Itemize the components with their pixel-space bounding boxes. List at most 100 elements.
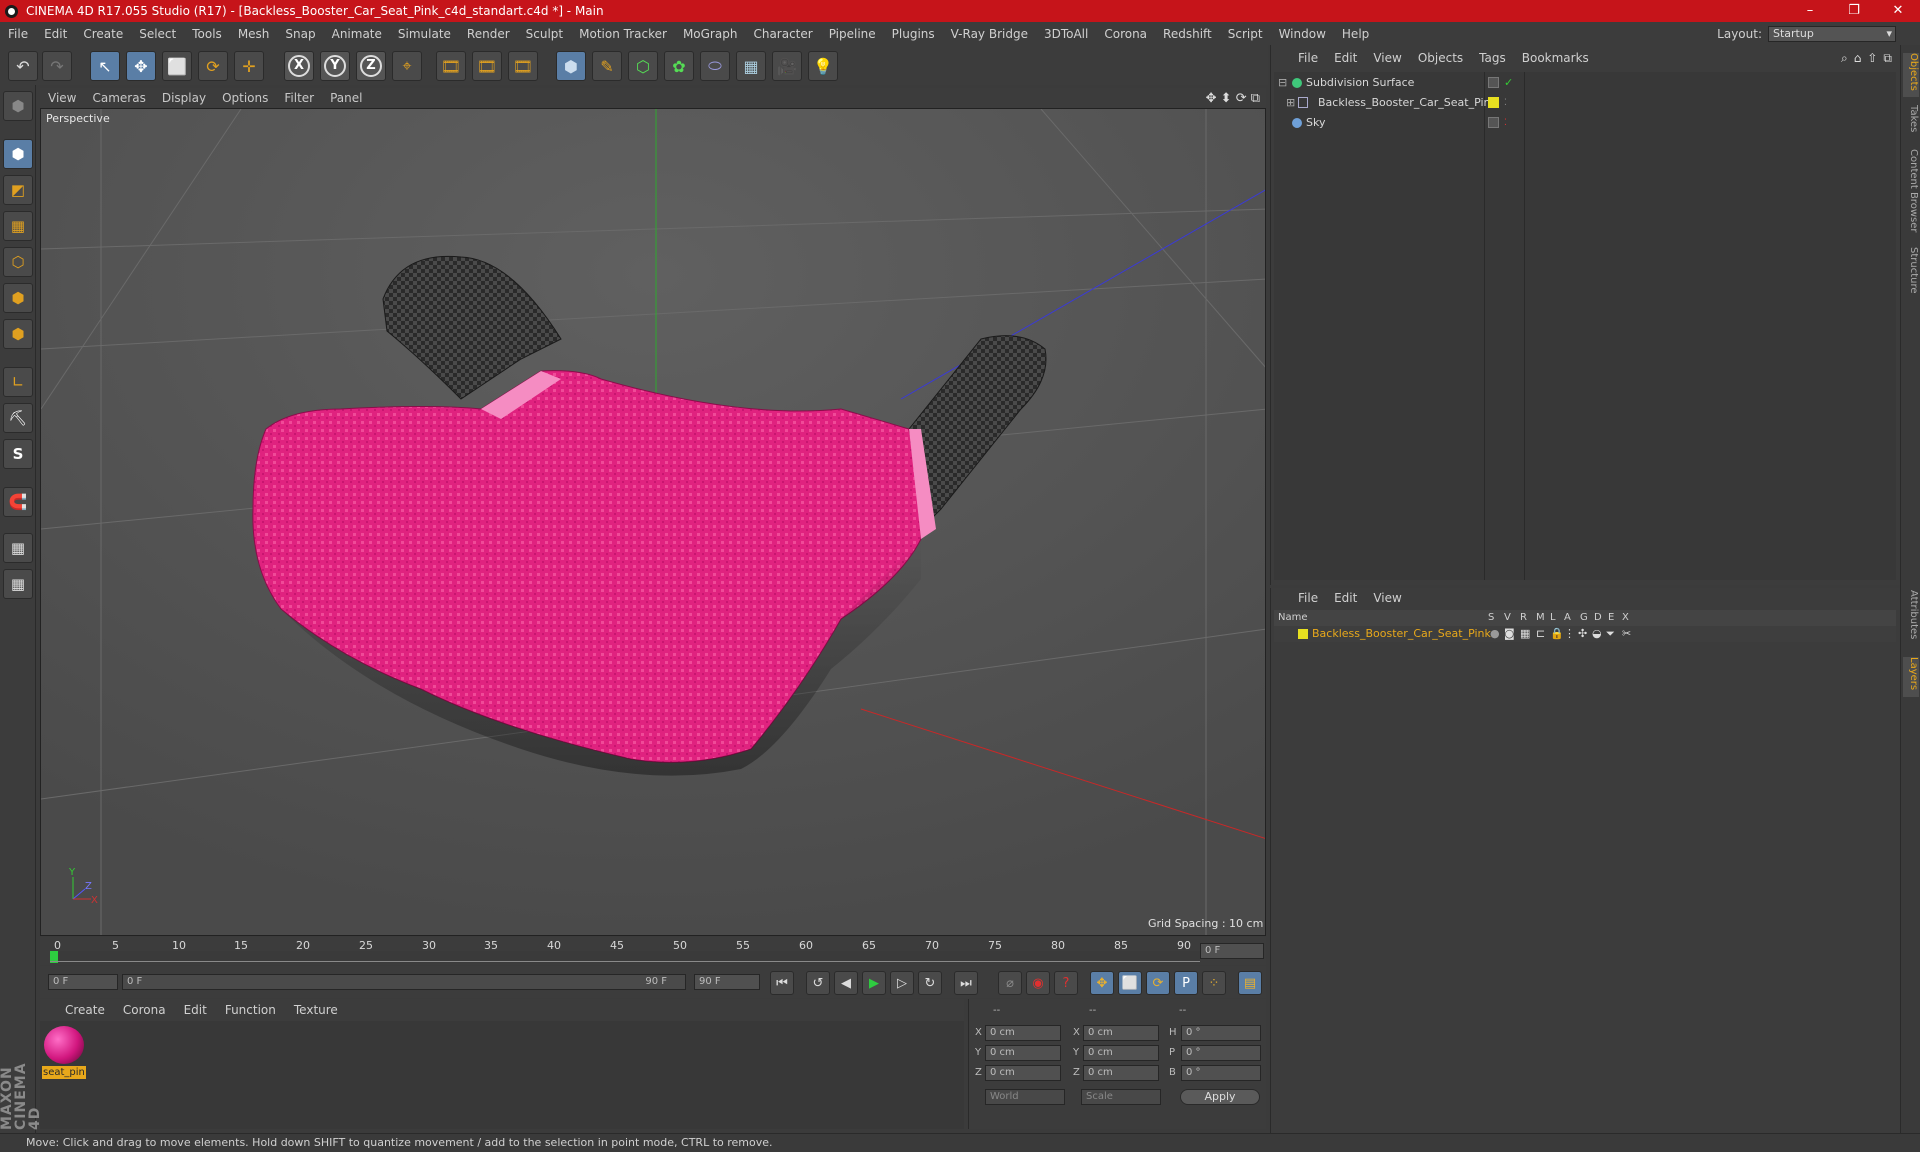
menu-sculpt[interactable]: Sculpt [518, 27, 571, 41]
camera-object-button[interactable]: 🎥 [772, 51, 802, 81]
light-object-button[interactable]: 💡 [808, 51, 838, 81]
model-mode-icon[interactable]: ⬢ [3, 91, 33, 121]
material-menu-edit[interactable]: Edit [175, 1003, 216, 1017]
material-menu-function[interactable]: Function [216, 1003, 285, 1017]
workplane-lock-button[interactable]: ▦ [3, 533, 33, 563]
layer-animation-icon[interactable]: ⋮ [1564, 626, 1575, 642]
select-tool-button[interactable]: ↖ [90, 51, 120, 81]
viewport-menu-view[interactable]: View [40, 91, 84, 105]
rot-p-field[interactable]: 0 ° [1181, 1045, 1261, 1061]
play-button[interactable]: ▶ [862, 971, 886, 995]
next-frame-button[interactable]: ▷ [890, 971, 914, 995]
layer-swatch[interactable] [1488, 77, 1499, 88]
key-scale-icon[interactable]: ⬜ [1118, 971, 1142, 995]
menu-help[interactable]: Help [1334, 27, 1377, 41]
apply-button[interactable]: Apply [1180, 1089, 1260, 1105]
object-mode-button[interactable]: ⬢ [3, 139, 33, 169]
current-frame-field[interactable]: 0 F [1200, 943, 1264, 959]
layer-name[interactable]: Backless_Booster_Car_Seat_Pink [1312, 626, 1491, 642]
menu-simulate[interactable]: Simulate [390, 27, 459, 41]
objects-menu-file[interactable]: File [1290, 51, 1326, 65]
render-picture-viewer-button[interactable]: 🎞 [472, 51, 502, 81]
record-keys-icon[interactable]: ⌀ [998, 971, 1022, 995]
tab-content-browser[interactable]: Content Browser [1903, 149, 1919, 239]
key-rotation-icon[interactable]: ⟳ [1146, 971, 1170, 995]
pos-y-field[interactable]: 0 cm [985, 1045, 1061, 1061]
menu-snap[interactable]: Snap [277, 27, 323, 41]
menu-render[interactable]: Render [459, 27, 518, 41]
menu-file[interactable]: File [0, 27, 36, 41]
layer-generator-icon[interactable]: ✣ [1578, 626, 1587, 642]
coordinate-system-button[interactable]: ⌖ [392, 51, 422, 81]
y-axis-lock-button[interactable]: Y [320, 51, 350, 81]
tab-objects[interactable]: Objects [1903, 53, 1919, 97]
objects-menu-edit[interactable]: Edit [1326, 51, 1365, 65]
timeline-track[interactable]: 0 5 10 15 20 25 30 35 40 45 50 55 60 65 … [50, 939, 1200, 963]
render-settings-button[interactable]: 🎞 [508, 51, 538, 81]
autokey-icon[interactable]: ◉ [1026, 971, 1050, 995]
layers-menu-edit[interactable]: Edit [1326, 591, 1365, 605]
layers-menu-file[interactable]: File [1290, 591, 1326, 605]
layer-view-icon[interactable]: ◙ [1504, 626, 1515, 642]
pen-spline-button[interactable]: ✎ [592, 51, 622, 81]
next-key-button[interactable]: ↻ [918, 971, 942, 995]
snap-button[interactable]: S [3, 439, 33, 469]
start-frame-field[interactable]: 0 F [48, 974, 118, 990]
layer-row[interactable]: Backless_Booster_Car_Seat_Pink ● ◙ ▦ ⊏ 🔒… [1274, 626, 1896, 642]
tab-structure[interactable]: Structure [1903, 247, 1919, 301]
undo-button[interactable]: ↶ [8, 51, 38, 81]
end-frame-field[interactable]: 90 F [694, 974, 760, 990]
layer-swatch[interactable] [1488, 117, 1499, 128]
layer-expression-icon[interactable]: ⏷ [1606, 626, 1615, 642]
tweak-mode-button[interactable]: ⛏ [3, 403, 33, 433]
close-button[interactable]: ✕ [1876, 0, 1920, 22]
menu-select[interactable]: Select [131, 27, 184, 41]
size-y-field[interactable]: 0 cm [1083, 1045, 1159, 1061]
floor-object-button[interactable]: ▦ [736, 51, 766, 81]
coordinate-space-select[interactable]: World [985, 1089, 1065, 1105]
edge-mode-button[interactable]: ⬢ [3, 283, 33, 313]
menu-redshift[interactable]: Redshift [1155, 27, 1220, 41]
menu-edit[interactable]: Edit [36, 27, 75, 41]
maximize-button[interactable]: ❐ [1832, 0, 1876, 22]
viewport-menu-panel[interactable]: Panel [322, 91, 370, 105]
x-axis-lock-button[interactable]: X [284, 51, 314, 81]
point-mode-button[interactable]: ⬡ [3, 247, 33, 277]
move-tool-button[interactable]: ✥ [126, 51, 156, 81]
menu-plugins[interactable]: Plugins [884, 27, 943, 41]
deformer-button[interactable]: ⬭ [700, 51, 730, 81]
tab-takes[interactable]: Takes [1903, 105, 1919, 141]
tab-layers[interactable]: Layers [1903, 657, 1919, 697]
up-arrow-icon[interactable]: ⇧ [1867, 51, 1877, 66]
minimize-button[interactable]: – [1788, 0, 1832, 22]
material-preview-swatch[interactable] [44, 1026, 84, 1064]
menu-motion-tracker[interactable]: Motion Tracker [571, 27, 675, 41]
scale-tool-button[interactable]: ⬜ [162, 51, 192, 81]
material-menu-texture[interactable]: Texture [285, 1003, 347, 1017]
axis-mode-button[interactable]: ∟ [3, 367, 33, 397]
pos-z-field[interactable]: 0 cm [985, 1065, 1061, 1081]
rot-b-field[interactable]: 0 ° [1181, 1065, 1261, 1081]
material-menu-create[interactable]: Create [56, 1003, 114, 1017]
size-mode-select[interactable]: Scale [1081, 1089, 1161, 1105]
viewport-menu-display[interactable]: Display [154, 91, 214, 105]
rotate-tool-button[interactable]: ⟳ [198, 51, 228, 81]
previous-key-button[interactable]: ↺ [806, 971, 830, 995]
mograph-array-button[interactable]: ✿ [664, 51, 694, 81]
render-view-button[interactable]: 🎞 [436, 51, 466, 81]
search-icon[interactable]: ⌕ [1841, 51, 1848, 66]
polygon-mode-button[interactable]: ⬢ [3, 319, 33, 349]
material-name-label[interactable]: seat_pin [42, 1066, 86, 1079]
object-row-subdivision-surface[interactable]: ⊟ Subdivision Surface ✓ [1274, 74, 1896, 92]
expand-icon[interactable]: ⊞ [1286, 94, 1295, 112]
material-manager[interactable] [40, 1021, 964, 1129]
home-icon[interactable]: ⌂ [1854, 51, 1862, 66]
layer-deformer-icon[interactable]: ◒ [1592, 626, 1602, 642]
menu-tools[interactable]: Tools [184, 27, 230, 41]
keyframe-help-icon[interactable]: ? [1054, 971, 1078, 995]
size-x-field[interactable]: 0 cm [1083, 1025, 1159, 1041]
layer-render-icon[interactable]: ▦ [1520, 626, 1530, 642]
workplane-align-button[interactable]: ▦ [3, 569, 33, 599]
viewport-menu-options[interactable]: Options [214, 91, 276, 105]
menu-mograph[interactable]: MoGraph [675, 27, 746, 41]
